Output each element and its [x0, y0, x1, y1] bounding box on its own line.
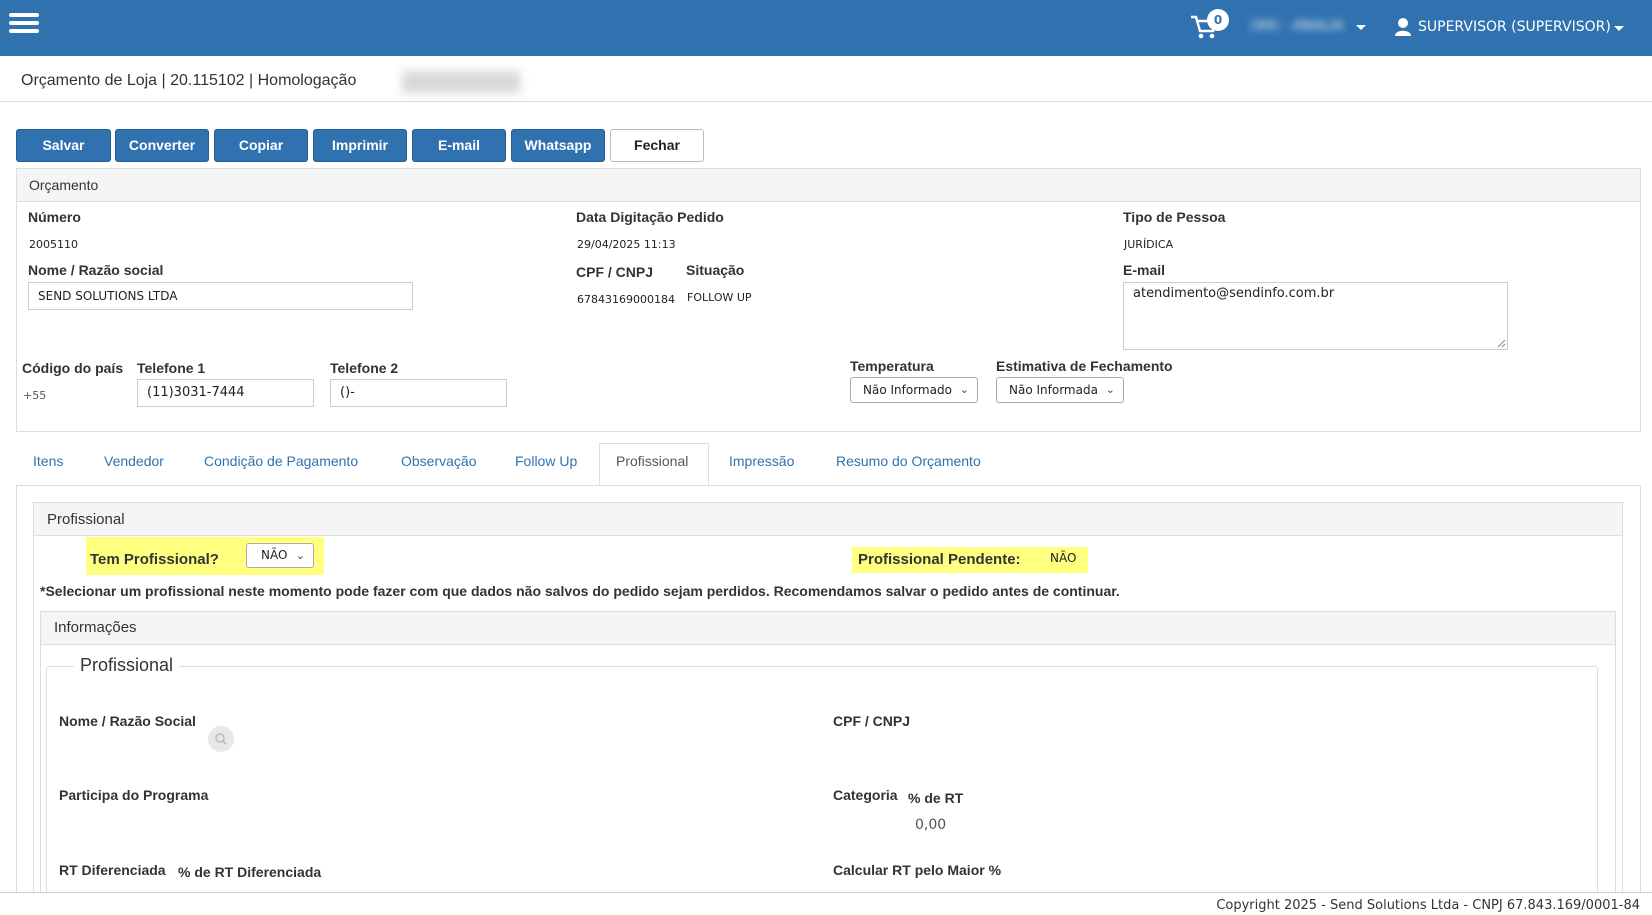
caret-down-icon[interactable]	[1614, 26, 1624, 31]
estimativa-selected: Não Informada	[1009, 383, 1098, 397]
situacao-label: Situação	[686, 262, 745, 278]
cpf-cnpj-value: 67843169000184	[577, 293, 675, 306]
numero-label: Número	[28, 209, 81, 225]
page-title: Orçamento de Loja | 20.115102 | Homologa…	[21, 72, 357, 89]
tab-profissional[interactable]: Profissional	[616, 453, 688, 469]
save-button[interactable]: Salvar	[16, 129, 111, 162]
telefone1-label: Telefone 1	[137, 360, 206, 376]
footer: Copyright 2025 - Send Solutions Ltda - C…	[0, 892, 1652, 915]
situacao-value: FOLLOW UP	[687, 291, 752, 304]
temperatura-selected: Não Informado	[863, 383, 952, 397]
copy-button[interactable]: Copiar	[214, 129, 308, 162]
tem-profissional-select[interactable]: NÃO ⌄	[246, 543, 314, 568]
panel-title: Informações	[41, 612, 1615, 645]
chevron-down-icon: ⌄	[959, 383, 969, 396]
pct-rt-value: 0,00	[915, 817, 947, 833]
fieldset-legend: Profissional	[74, 655, 180, 676]
user-menu[interactable]: SUPERVISOR (SUPERVISOR)	[1418, 19, 1611, 35]
user-icon	[1395, 18, 1411, 36]
tab-resumo-orcamento[interactable]: Resumo do Orçamento	[836, 453, 981, 469]
email-button[interactable]: E-mail	[412, 129, 506, 162]
caret-down-icon[interactable]	[1356, 25, 1366, 30]
print-button[interactable]: Imprimir	[313, 129, 407, 162]
footer-copyright: Copyright 2025 - Send Solutions Ltda - C…	[1216, 898, 1640, 913]
estimativa-label: Estimativa de Fechamento	[996, 358, 1173, 374]
tab-impressao[interactable]: Impressão	[729, 453, 794, 469]
tipo-pessoa-label: Tipo de Pessoa	[1123, 209, 1226, 225]
top-navbar: 0 (99) - ANALIA SUPERVISOR (SUPERVISOR)	[0, 0, 1652, 56]
numero-value: 2005110	[29, 238, 78, 251]
divider	[0, 101, 1652, 102]
categoria-label: Categoria	[833, 787, 898, 803]
telefone1-input[interactable]: (11)3031-7444	[137, 379, 314, 407]
profissional-pendente-label: Profissional Pendente:	[858, 551, 1021, 568]
email-label: E-mail	[1123, 262, 1166, 278]
panel-title: Orçamento	[17, 169, 1640, 202]
calcular-rt-label: Calcular RT pelo Maior %	[833, 862, 1002, 878]
prof-nome-label: Nome / Razão Social	[59, 713, 196, 729]
tab-observacao[interactable]: Observação	[401, 453, 476, 469]
estimativa-select[interactable]: Não Informada ⌄	[996, 377, 1124, 403]
email-textarea[interactable]: atendimento@sendinfo.com.br	[1123, 282, 1508, 350]
participa-programa-label: Participa do Programa	[59, 787, 209, 803]
panel-title: Profissional	[34, 503, 1622, 536]
cart-count-badge: 0	[1207, 9, 1229, 31]
chevron-down-icon: ⌄	[295, 549, 305, 562]
temperatura-select[interactable]: Não Informado ⌄	[850, 377, 978, 403]
whatsapp-button[interactable]: Whatsapp	[511, 129, 605, 162]
tab-condicao-pagamento[interactable]: Condição de Pagamento	[204, 453, 358, 469]
pct-rt-label: % de RT	[908, 790, 964, 806]
close-button[interactable]: Fechar	[610, 129, 704, 162]
resize-handle-icon[interactable]	[1497, 339, 1506, 348]
warning-message: *Selecionar um profissional neste moment…	[40, 583, 1120, 599]
menu-icon[interactable]	[9, 13, 39, 35]
search-icon[interactable]	[208, 726, 234, 752]
convert-button[interactable]: Converter	[115, 129, 209, 162]
codigo-pais-label: Código do país	[22, 360, 124, 376]
tem-profissional-label: Tem Profissional?	[90, 551, 219, 568]
tab-vendedor[interactable]: Vendedor	[104, 453, 164, 469]
cpf-cnpj-label: CPF / CNPJ	[576, 264, 654, 280]
tab-follow-up[interactable]: Follow Up	[515, 453, 577, 469]
nome-label: Nome / Razão social	[28, 262, 164, 278]
tab-itens[interactable]: Itens	[33, 453, 63, 469]
data-digitacao-label: Data Digitação Pedido	[576, 209, 724, 225]
telefone2-label: Telefone 2	[330, 360, 399, 376]
chevron-down-icon: ⌄	[1105, 383, 1115, 396]
tem-profissional-selected: NÃO	[261, 548, 288, 562]
tipo-pessoa-value: JURÍDICA	[1124, 238, 1174, 251]
data-digitacao-value: 29/04/2025 11:13	[577, 238, 676, 251]
prof-cpf-label: CPF / CNPJ	[833, 713, 911, 729]
telefone2-input[interactable]: ()-	[330, 379, 507, 407]
pct-rt-diferenciada-label: % de RT Diferenciada	[178, 864, 322, 880]
temperatura-label: Temperatura	[850, 358, 934, 374]
blurred-title-suffix	[402, 71, 520, 93]
nome-input[interactable]: SEND SOLUTIONS LTDA	[28, 282, 413, 310]
codigo-pais-value: +55	[23, 389, 47, 402]
profissional-pendente-value: NÃO	[1050, 551, 1077, 565]
store-selector[interactable]: (99) - ANALIA	[1250, 18, 1370, 38]
rt-diferenciada-label: RT Diferenciada	[59, 862, 166, 878]
